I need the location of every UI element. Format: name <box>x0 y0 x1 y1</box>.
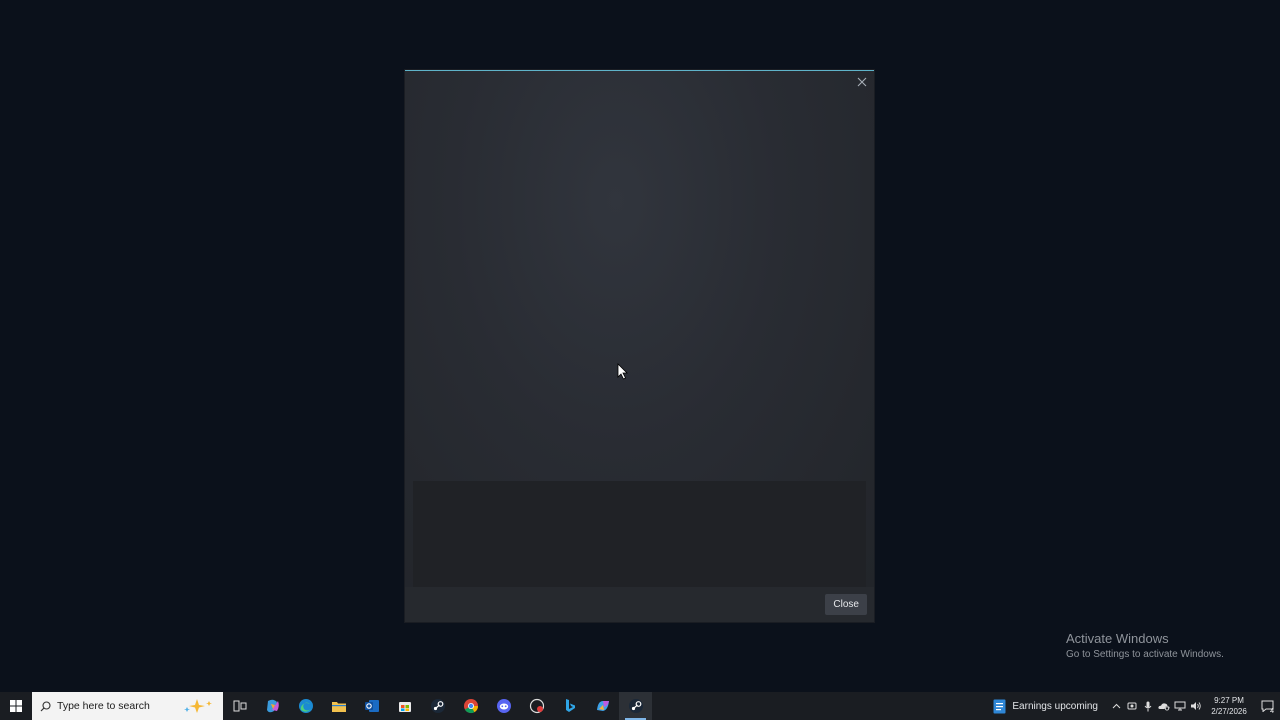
system-tray: 9:27 PM 2/27/2026 4 <box>1108 692 1280 720</box>
start-button[interactable] <box>0 692 32 720</box>
app-icon[interactable] <box>520 692 553 720</box>
mouse-cursor-icon <box>617 363 628 380</box>
news-widget-text: Earnings upcoming <box>1012 700 1098 712</box>
task-view-icon[interactable] <box>223 692 256 720</box>
copilot-icon[interactable] <box>256 692 289 720</box>
store-icon[interactable] <box>388 692 421 720</box>
file-explorer-icon[interactable] <box>322 692 355 720</box>
taskbar-search-box[interactable]: Type here to search <box>32 692 223 720</box>
news-icon <box>993 699 1006 713</box>
close-button[interactable]: Close <box>825 594 867 615</box>
activate-windows-watermark: Activate Windows Go to Settings to activ… <box>1066 631 1224 662</box>
steam-active-icon[interactable] <box>619 692 652 720</box>
edge-icon[interactable] <box>289 692 322 720</box>
copilot-app-icon[interactable] <box>586 692 619 720</box>
windows-logo-icon <box>10 700 22 712</box>
close-icon[interactable] <box>854 74 870 90</box>
dialog-footer: Close <box>405 587 874 622</box>
clock-time: 9:27 PM <box>1214 696 1244 705</box>
taskbar-clock[interactable]: 9:27 PM 2/27/2026 <box>1208 692 1250 720</box>
taskbar: Type here to search Earnings upcoming 9:… <box>0 692 1280 720</box>
volume-icon[interactable] <box>1188 692 1204 720</box>
search-icon <box>40 700 51 711</box>
dialog-content-area <box>405 71 874 589</box>
watermark-subtitle: Go to Settings to activate Windows. <box>1066 649 1224 660</box>
notification-count: 4 <box>1270 708 1274 715</box>
steam-icon[interactable] <box>421 692 454 720</box>
dialog-inner-panel <box>413 481 866 587</box>
chrome-icon[interactable] <box>454 692 487 720</box>
news-widget[interactable]: Earnings upcoming <box>985 692 1108 720</box>
network-icon[interactable] <box>1172 692 1188 720</box>
clock-date: 2/27/2026 <box>1211 707 1247 716</box>
camera-icon[interactable] <box>1124 692 1140 720</box>
notification-center-icon[interactable]: 4 <box>1254 692 1280 720</box>
microphone-icon[interactable] <box>1140 692 1156 720</box>
bing-icon[interactable] <box>553 692 586 720</box>
watermark-title: Activate Windows <box>1066 631 1169 646</box>
discord-icon[interactable] <box>487 692 520 720</box>
search-placeholder: Type here to search <box>57 700 150 712</box>
chevron-up-icon[interactable] <box>1108 692 1124 720</box>
outlook-icon[interactable] <box>355 692 388 720</box>
steam-dialog: Close <box>404 69 875 623</box>
onedrive-icon[interactable] <box>1156 692 1172 720</box>
search-highlight-icon <box>184 699 212 713</box>
